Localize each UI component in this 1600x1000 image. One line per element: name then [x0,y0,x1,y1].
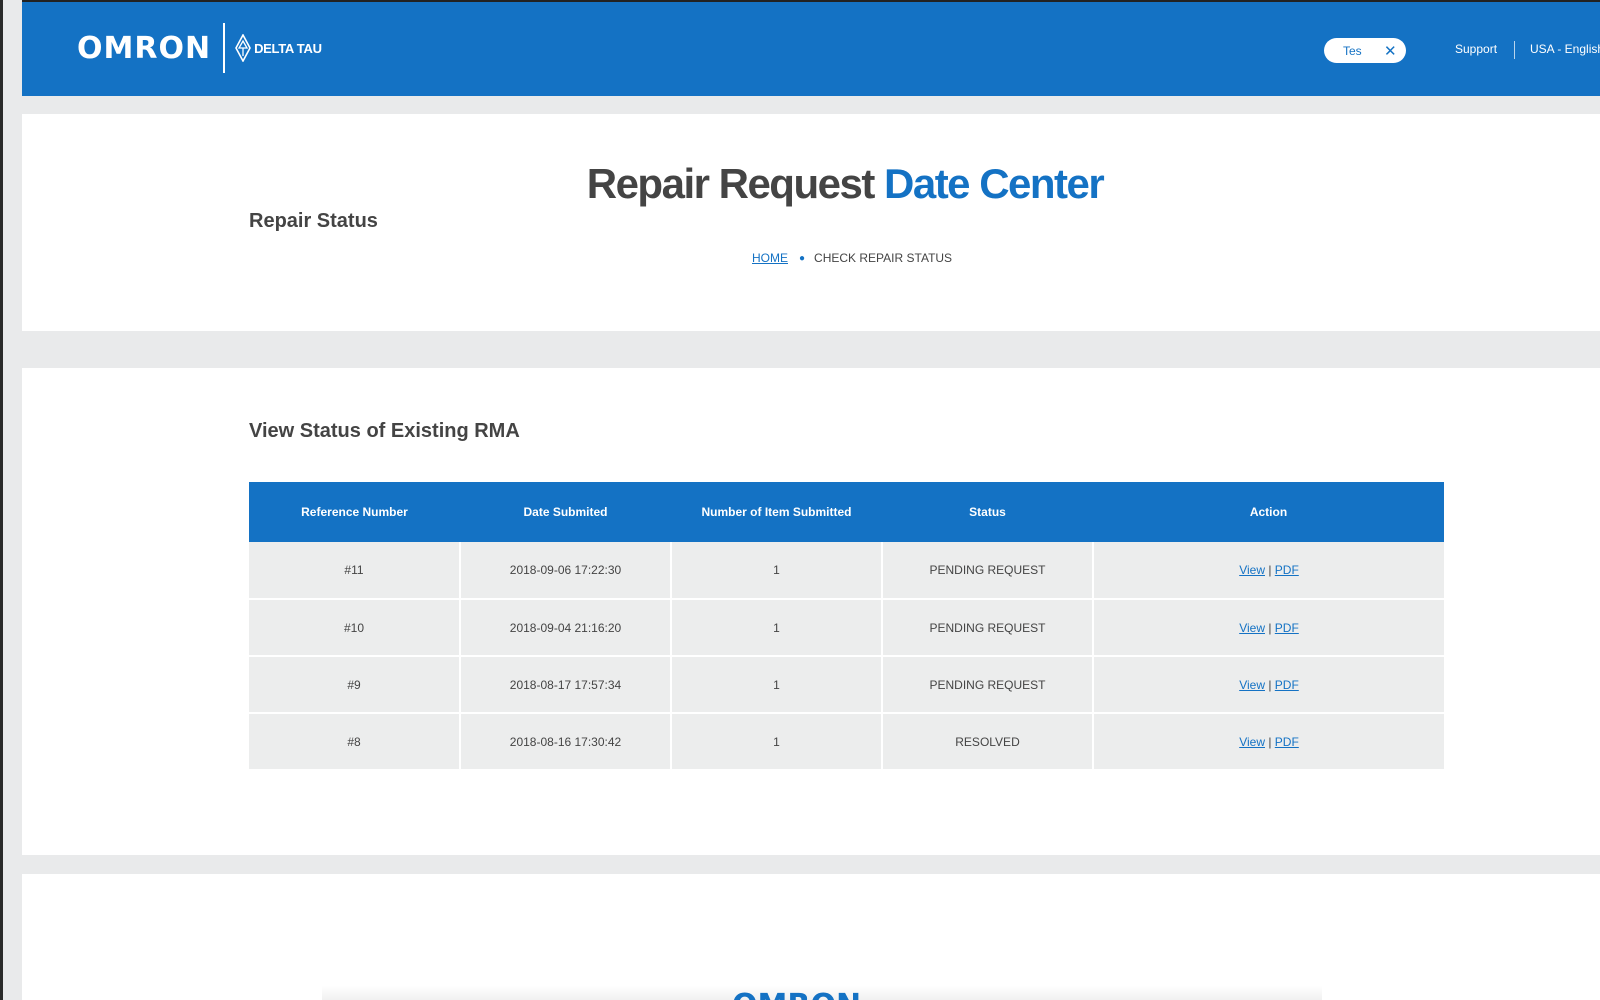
cell-reference: #9 [249,656,461,714]
page-hero: Repair Request Date Center Repair Status… [22,114,1600,331]
page-title-main: Repair Request [586,160,876,207]
cell-items: 1 [671,542,883,600]
cell-status: PENDING REQUEST [882,542,1094,600]
pdf-link[interactable]: PDF [1275,563,1299,577]
cell-reference: #8 [249,713,461,771]
pdf-link[interactable]: PDF [1275,621,1299,635]
logo-divider [223,23,226,73]
view-link[interactable]: View [1239,735,1265,749]
column-header-date: Date Submited [460,482,671,542]
cell-items: 1 [671,599,883,657]
cell-status: PENDING REQUEST [882,599,1094,657]
cell-date: 2018-09-06 17:22:30 [460,542,672,600]
search-box: ✕ [1324,38,1406,63]
top-navigation-bar: OMRON DELTA TAU ✕ Support USA - English [22,0,1600,96]
cell-items: 1 [671,713,883,771]
cell-action: View | PDF [1093,599,1444,657]
view-link[interactable]: View [1239,678,1265,692]
view-link[interactable]: View [1239,563,1265,577]
rma-table: Reference Number Date Submited Number of… [249,482,1444,771]
page-title-accent: Date Center [884,160,1105,207]
page-footer: OMRON [22,874,1600,1000]
delta-tau-text: DELTA TAU [254,40,322,56]
page-subtitle: Repair Status [249,210,378,232]
column-header-reference: Reference Number [249,482,460,542]
cell-status: RESOLVED [882,713,1094,771]
close-icon[interactable]: ✕ [1384,42,1397,60]
action-separator: | [1268,563,1272,577]
page-title: Repair Request Date Center [22,160,1600,208]
table-row: #10 2018-09-04 21:16:20 1 PENDING REQUES… [249,599,1444,657]
cell-items: 1 [671,656,883,714]
brand-logo[interactable]: OMRON DELTA TAU [77,22,322,74]
breadcrumb: HOME ● CHECK REPAIR STATUS [752,251,952,265]
action-separator: | [1268,677,1272,692]
pdf-link[interactable]: PDF [1275,678,1299,692]
cell-action: View | PDF [1093,542,1444,600]
cell-date: 2018-08-16 17:30:42 [460,713,672,771]
breadcrumb-current: CHECK REPAIR STATUS [814,251,953,265]
cell-reference: #11 [249,542,461,600]
breadcrumb-home-link[interactable]: HOME [752,251,788,265]
action-separator: | [1268,620,1272,635]
column-header-action: Action [1093,482,1444,542]
footer-logo: OMRON [732,984,862,1000]
nav-divider [1514,41,1515,59]
pdf-link[interactable]: PDF [1275,735,1299,749]
column-header-items: Number of Item Submitted [671,482,882,542]
cell-date: 2018-08-17 17:57:34 [460,656,672,714]
omron-logo: OMRON [77,30,212,66]
table-row: #9 2018-08-17 17:57:34 1 PENDING REQUEST… [249,656,1444,714]
action-separator: | [1268,734,1272,749]
cell-status: PENDING REQUEST [882,656,1094,714]
cell-date: 2018-09-04 21:16:20 [460,599,672,657]
search-input[interactable] [1324,43,1382,58]
view-link[interactable]: View [1239,621,1265,635]
cell-reference: #10 [249,599,461,657]
table-row: #11 2018-09-06 17:22:30 1 PENDING REQUES… [249,542,1444,600]
window-left-edge [0,0,22,1000]
delta-tau-diamond-icon [235,34,251,62]
table-row: #8 2018-08-16 17:30:42 1 RESOLVED View |… [249,713,1444,771]
breadcrumb-separator: ● [799,252,806,264]
language-selector[interactable]: USA - English [1530,42,1600,56]
cell-action: View | PDF [1093,713,1444,771]
cell-action: View | PDF [1093,656,1444,714]
column-header-status: Status [882,482,1093,542]
table-header-row: Reference Number Date Submited Number of… [249,482,1444,542]
nav-support-link[interactable]: Support [1455,42,1497,56]
delta-tau-logo: DELTA TAU [235,34,322,62]
rma-section-title: View Status of Existing RMA [249,420,520,442]
footer-logo-text: OMRON [732,988,862,1000]
rma-status-panel: View Status of Existing RMA Reference Nu… [22,368,1600,855]
